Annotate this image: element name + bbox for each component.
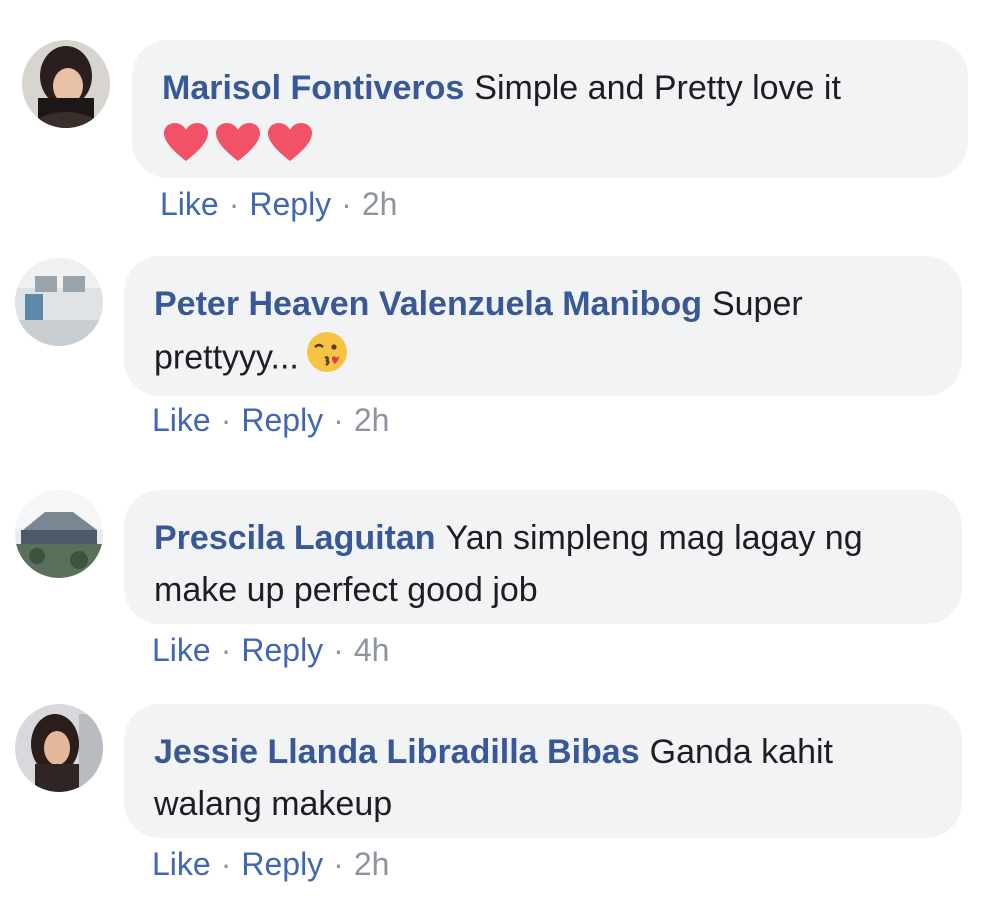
comment-actions: Like · Reply · 2h xyxy=(152,400,389,440)
avatar[interactable] xyxy=(15,704,103,792)
avatar[interactable] xyxy=(15,258,103,346)
like-link[interactable]: Like xyxy=(152,846,211,882)
comment-actions: Like · Reply · 2h xyxy=(160,184,397,224)
comment-author[interactable]: Jessie Llanda Libradilla Bibas xyxy=(154,733,640,771)
heart-icon xyxy=(164,123,208,162)
like-link[interactable]: Like xyxy=(160,186,219,222)
timestamp[interactable]: 2h xyxy=(354,846,390,882)
separator: · xyxy=(220,846,232,882)
comment-author[interactable]: Prescila Laguitan xyxy=(154,519,436,557)
comment-author[interactable]: Peter Heaven Valenzuela Manibog xyxy=(154,285,702,323)
reply-link[interactable]: Reply xyxy=(241,846,323,882)
kiss-face-icon xyxy=(306,332,347,372)
separator: · xyxy=(220,402,232,438)
comment-bubble: Marisol Fontiveros Simple and Pretty love… xyxy=(132,40,968,178)
timestamp[interactable]: 2h xyxy=(362,186,398,222)
separator: · xyxy=(333,846,344,882)
avatar[interactable] xyxy=(15,490,103,578)
reply-link[interactable]: Reply xyxy=(241,402,323,438)
like-link[interactable]: Like xyxy=(152,632,211,668)
comment-actions: Like · Reply · 2h xyxy=(152,844,389,884)
comment-bubble: Prescila Laguitan Yan simpleng mag lagay … xyxy=(124,490,962,624)
separator: · xyxy=(333,402,344,438)
reply-link[interactable]: Reply xyxy=(241,632,323,668)
comment-author[interactable]: Marisol Fontiveros xyxy=(162,69,464,107)
comment-text: Simple and Pretty love it xyxy=(474,69,841,107)
kissing-emoji-icon: 😘 xyxy=(305,330,349,389)
timestamp[interactable]: 2h xyxy=(354,402,390,438)
heart-icon xyxy=(216,123,260,162)
separator: · xyxy=(341,186,352,222)
avatar-photo xyxy=(15,490,103,578)
avatar[interactable] xyxy=(22,40,110,128)
comment-bubble: Peter Heaven Valenzuela Manibog Super pre… xyxy=(124,256,962,396)
timestamp[interactable]: 4h xyxy=(354,632,390,668)
heart-emoji-group: ❤❤❤ xyxy=(162,121,314,163)
like-link[interactable]: Like xyxy=(152,402,211,438)
separator: · xyxy=(333,632,344,668)
avatar-photo xyxy=(15,258,103,346)
avatar-photo xyxy=(15,704,103,792)
comment-actions: Like · Reply · 4h xyxy=(152,630,389,670)
comment-bubble: Jessie Llanda Libradilla Bibas Ganda kahi… xyxy=(124,704,962,838)
reply-link[interactable]: Reply xyxy=(249,186,331,222)
separator: · xyxy=(228,186,240,222)
avatar-photo xyxy=(22,40,110,128)
separator: · xyxy=(220,632,232,668)
heart-icon xyxy=(268,123,312,162)
